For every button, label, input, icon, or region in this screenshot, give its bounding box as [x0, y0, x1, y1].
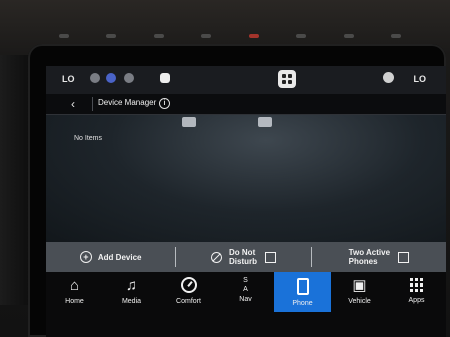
nav-apps-label: Apps: [408, 297, 425, 304]
profile-icon[interactable]: [106, 73, 116, 83]
hardware-button[interactable]: [58, 34, 69, 38]
do-not-disturb-line2: Disturb: [229, 257, 258, 266]
music-note-icon: ♫: [125, 277, 138, 294]
hardware-button[interactable]: [153, 34, 164, 38]
device-list: No Items: [46, 115, 446, 242]
do-not-disturb-toggle[interactable]: Do Not Disturb: [176, 242, 310, 272]
two-active-line1: Two Active: [348, 248, 391, 257]
hardware-button[interactable]: [201, 34, 212, 38]
nav-home-label: Home: [65, 298, 84, 305]
do-not-disturb-label: Do Not Disturb: [229, 248, 257, 266]
plus-icon: +: [79, 251, 92, 263]
empty-list-message: No Items: [74, 135, 103, 142]
action-bar: + Add Device Do Not Disturb Two Active P…: [46, 242, 446, 272]
page-title: Device Manager: [98, 98, 157, 107]
nav-vehicle-label: Vehicle: [348, 298, 371, 305]
do-not-disturb-icon: [211, 251, 223, 263]
hardware-button[interactable]: [296, 34, 307, 38]
nav-comfort[interactable]: Comfort: [160, 272, 217, 312]
nav-comfort-label: Comfort: [176, 298, 201, 305]
chevron-left-icon[interactable]: ‹: [66, 97, 80, 111]
two-active-line2: Phones: [348, 257, 378, 266]
nav-apps[interactable]: Apps: [388, 272, 445, 312]
nav-phone[interactable]: Phone: [274, 272, 331, 312]
do-not-disturb-checkbox[interactable]: [265, 251, 277, 263]
title-bar: ‹ Device Manager i: [46, 94, 446, 115]
comfort-gauge-icon: [180, 277, 197, 293]
add-device-label: Add Device: [97, 252, 142, 262]
hazard-button[interactable]: [248, 34, 259, 38]
two-active-phones-toggle[interactable]: Two Active Phones: [312, 242, 446, 272]
nav-phone-label: Phone: [292, 300, 313, 307]
title-divider: [92, 97, 93, 111]
hardware-button[interactable]: [391, 34, 402, 38]
car-icon: ▣: [352, 277, 367, 294]
nav-media-label: Media: [121, 298, 142, 305]
seat-heat-icon[interactable]: [90, 73, 100, 83]
driver-mode-icon[interactable]: [160, 73, 170, 83]
glare: [258, 117, 272, 127]
app-grid-icon[interactable]: [278, 70, 296, 88]
two-active-phones-checkbox[interactable]: [398, 251, 410, 263]
add-device-button[interactable]: + Add Device: [46, 242, 175, 272]
passenger-temp[interactable]: LO: [414, 74, 427, 84]
nav-home[interactable]: ⌂ Home: [46, 272, 103, 312]
hardware-buttons: [40, 30, 420, 42]
driver-temp[interactable]: LO: [62, 74, 75, 84]
nav-media[interactable]: ♫ Media: [103, 272, 160, 312]
infotainment-screen: LO LO ‹ Device Manager i No Items + Add …: [46, 66, 446, 337]
nav-navigation[interactable]: S A Nav: [217, 272, 274, 312]
bottom-nav: ⌂ Home ♫ Media Comfort S A Nav Phone ▣ V…: [46, 272, 446, 337]
phone-icon: [296, 278, 309, 295]
status-bar: LO LO: [46, 66, 446, 94]
hardware-button[interactable]: [343, 34, 354, 38]
info-icon[interactable]: i: [159, 98, 170, 109]
user-icon[interactable]: [383, 72, 394, 83]
compass-letter-mid: A: [243, 286, 248, 293]
apps-grid-icon: [409, 278, 424, 292]
air-vent: [0, 55, 30, 305]
do-not-disturb-line1: Do Not: [229, 248, 256, 257]
compass-letter-top: S: [243, 277, 248, 284]
nav-navigation-label: Nav: [239, 296, 252, 303]
hardware-button[interactable]: [106, 34, 117, 38]
two-active-phones-label: Two Active Phones: [349, 248, 390, 266]
status-icon: [124, 73, 134, 83]
nav-vehicle[interactable]: ▣ Vehicle: [331, 272, 388, 312]
home-icon: ⌂: [69, 277, 80, 294]
glare: [182, 117, 196, 127]
compass-icon: S A: [243, 276, 248, 294]
